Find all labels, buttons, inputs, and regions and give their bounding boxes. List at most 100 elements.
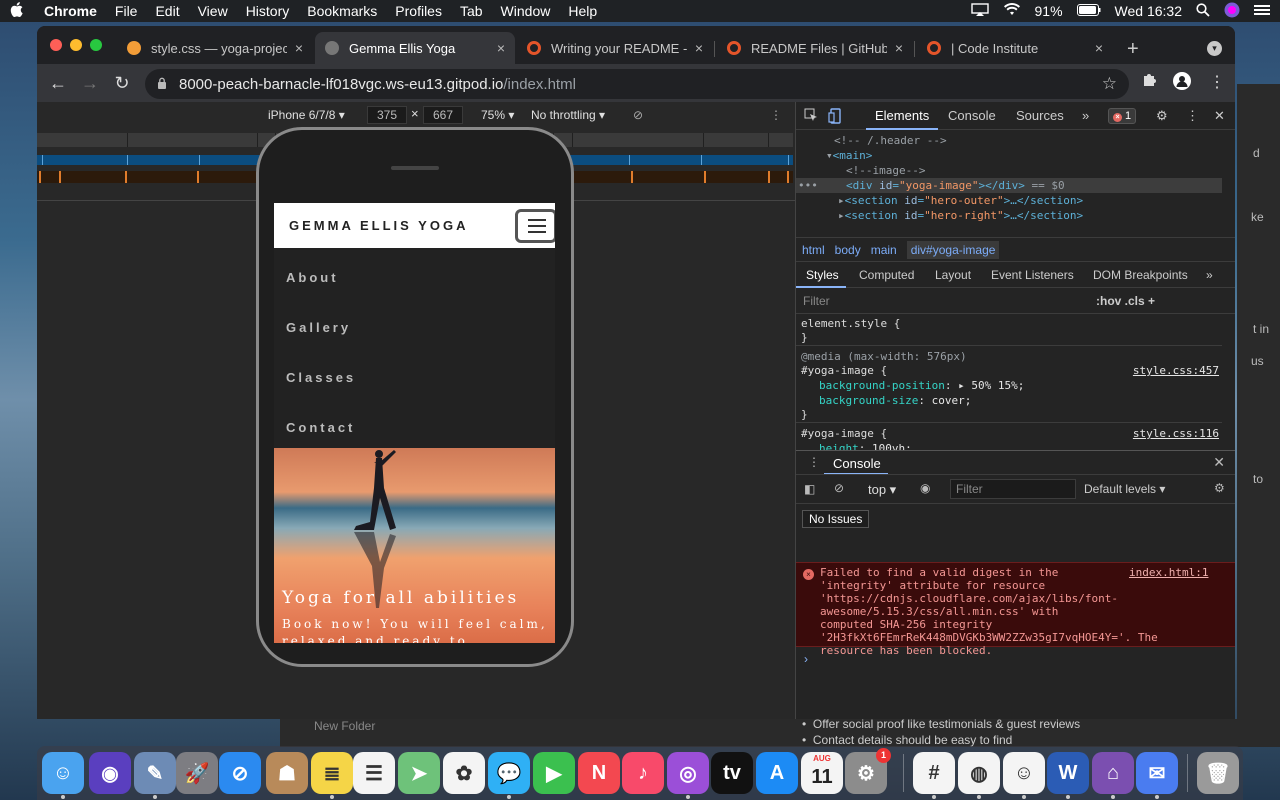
- address-bar[interactable]: 8000-peach-barnacle-lf018vgc.ws-eu13.git…: [145, 69, 1129, 99]
- drawer-title[interactable]: Console: [833, 456, 881, 471]
- menu-tab[interactable]: Tab: [460, 3, 483, 19]
- dock-maps-icon[interactable]: ➤: [398, 752, 440, 794]
- crumb-main[interactable]: main: [871, 243, 897, 257]
- console-settings-gear-icon[interactable]: ⚙: [1214, 481, 1225, 495]
- new-folder-label[interactable]: New Folder: [314, 719, 375, 733]
- subtab-more-icon[interactable]: »: [1206, 268, 1213, 282]
- inspect-element-icon[interactable]: [804, 108, 818, 125]
- drawer-menu-icon[interactable]: ⋮: [808, 455, 820, 469]
- tab-sources[interactable]: Sources: [1016, 108, 1064, 123]
- subtab-computed[interactable]: Computed: [859, 268, 914, 282]
- close-window-button[interactable]: [50, 39, 62, 51]
- eye-icon[interactable]: ◉: [920, 481, 930, 495]
- tab-elements[interactable]: Elements: [875, 108, 929, 123]
- dock-system-preferences-icon[interactable]: ⚙ 1: [845, 748, 891, 794]
- spotlight-search-icon[interactable]: [1196, 2, 1210, 20]
- control-center-icon[interactable]: [1254, 3, 1270, 19]
- dock-podcasts-icon[interactable]: ◎: [667, 752, 709, 794]
- menu-bookmarks[interactable]: Bookmarks: [307, 3, 377, 19]
- dock-contacts-icon[interactable]: ☗: [266, 752, 308, 794]
- dock-music-icon[interactable]: ♪: [622, 752, 664, 794]
- lock-icon[interactable]: [157, 77, 167, 92]
- close-tab-icon[interactable]: ×: [1095, 40, 1103, 56]
- height-input[interactable]: 667: [423, 106, 463, 124]
- styles-filter-input[interactable]: Filter: [803, 294, 830, 308]
- nav-link-contact[interactable]: Contact: [274, 398, 555, 448]
- tab-writing-readme[interactable]: Writing your README - ×: [517, 32, 713, 64]
- no-issues-button[interactable]: No Issues: [802, 510, 870, 528]
- levels-select[interactable]: Default levels ▾: [1084, 482, 1165, 496]
- dock-preview-icon[interactable]: ✎: [134, 752, 176, 794]
- dom-node[interactable]: ▸<section id="hero-outer">…</section>: [796, 193, 1083, 208]
- apple-icon[interactable]: [10, 1, 30, 21]
- dock-github-desktop-icon[interactable]: ⌂: [1092, 752, 1134, 794]
- clear-console-icon[interactable]: ⊘: [834, 481, 844, 495]
- hamburger-menu-icon[interactable]: [515, 209, 555, 243]
- crumb-body[interactable]: body: [835, 243, 861, 257]
- menu-help[interactable]: Help: [568, 3, 597, 19]
- forward-arrow-icon[interactable]: →: [74, 73, 106, 94]
- menubar-clock[interactable]: Wed 16:32: [1115, 3, 1182, 19]
- device-toggle-icon[interactable]: [828, 108, 842, 127]
- dock-slack-icon[interactable]: #: [913, 752, 955, 794]
- dom-node-selected[interactable]: ••• <div id="yoga-image"></div> == $0: [796, 178, 1222, 193]
- dock-facetime-icon[interactable]: ▶: [533, 752, 575, 794]
- console-prompt[interactable]: ›: [804, 652, 808, 666]
- battery-percent[interactable]: 91%: [1035, 3, 1063, 19]
- dock-trash-icon[interactable]: 🗑: [1197, 752, 1239, 794]
- dock-tv-icon[interactable]: tv: [711, 752, 753, 794]
- reload-icon[interactable]: ↻: [106, 73, 138, 94]
- close-drawer-icon[interactable]: ✕: [1213, 454, 1225, 471]
- tab-search-icon[interactable]: ▾: [1207, 41, 1222, 56]
- rule-selector[interactable]: #yoga-image {: [801, 427, 887, 440]
- devtools-menu-icon[interactable]: ⋮: [1186, 108, 1199, 124]
- zoom-select[interactable]: 75% ▾: [481, 108, 514, 122]
- back-arrow-icon[interactable]: ←: [42, 73, 74, 94]
- new-tab-button[interactable]: +: [1127, 38, 1139, 61]
- minimize-window-button[interactable]: [70, 39, 82, 51]
- menu-file[interactable]: File: [115, 3, 138, 19]
- dock-launchpad-icon[interactable]: 🚀: [176, 752, 218, 794]
- rule-selector[interactable]: #yoga-image {: [801, 364, 887, 377]
- airplay-icon[interactable]: [970, 2, 989, 20]
- element-style-selector[interactable]: element.style {: [801, 317, 900, 330]
- dom-node[interactable]: <!--image-->: [796, 163, 925, 178]
- dock-word-icon[interactable]: W: [1047, 752, 1089, 794]
- dock-calendar-icon[interactable]: AUG 11: [801, 752, 843, 794]
- dock-app-store-icon[interactable]: A: [756, 752, 798, 794]
- width-input[interactable]: 375: [367, 106, 407, 124]
- dock-safari-icon[interactable]: ⊘: [219, 752, 261, 794]
- tab-style-css[interactable]: style.css — yoga-projec ×: [117, 32, 313, 64]
- dock-photos-icon[interactable]: ✿: [443, 752, 485, 794]
- dock-reminders-icon[interactable]: ☰: [353, 752, 395, 794]
- crumb-html[interactable]: html: [802, 243, 825, 257]
- rule-source-link[interactable]: style.css:116: [1133, 427, 1219, 440]
- menu-profiles[interactable]: Profiles: [395, 3, 442, 19]
- dock-chrome-icon[interactable]: ◍: [958, 752, 1000, 794]
- nav-link-classes[interactable]: Classes: [274, 348, 555, 398]
- extensions-puzzle-icon[interactable]: [1141, 72, 1157, 93]
- rule-source-link[interactable]: style.css:457: [1133, 364, 1219, 377]
- kebab-menu-icon[interactable]: ⋮: [1209, 72, 1225, 92]
- dom-node[interactable]: <!-- /.header -->: [796, 133, 947, 148]
- menu-window[interactable]: Window: [501, 3, 551, 19]
- console-filter-input[interactable]: Filter: [950, 479, 1076, 499]
- close-tab-icon[interactable]: ×: [695, 40, 703, 56]
- dom-node[interactable]: ▾<main>: [796, 148, 872, 163]
- css-declaration[interactable]: height: 100vh;: [819, 442, 912, 450]
- site-brand[interactable]: GEMMA ELLIS YOGA: [289, 218, 468, 233]
- sidebar-toggle-icon[interactable]: ◧: [804, 482, 815, 496]
- close-devtools-icon[interactable]: ✕: [1214, 108, 1225, 124]
- close-tab-icon[interactable]: ×: [295, 40, 303, 56]
- rotate-icon[interactable]: ⊘: [633, 108, 643, 122]
- dock-messages-icon[interactable]: 💬: [488, 752, 530, 794]
- tab-readme-files-github[interactable]: README Files | GitHub ×: [717, 32, 913, 64]
- close-tab-icon[interactable]: ×: [895, 40, 903, 56]
- wifi-icon[interactable]: [1003, 2, 1021, 20]
- css-declaration[interactable]: background-size: cover;: [819, 394, 971, 407]
- dock-finder-icon[interactable]: ☺: [42, 752, 84, 794]
- error-count-badge[interactable]: × 1: [1108, 108, 1136, 124]
- tab-code-institute[interactable]: | Code Institute ×: [917, 32, 1113, 64]
- dock-messenger-icon[interactable]: ✉: [1136, 752, 1178, 794]
- bookmark-star-icon[interactable]: ☆: [1102, 74, 1117, 94]
